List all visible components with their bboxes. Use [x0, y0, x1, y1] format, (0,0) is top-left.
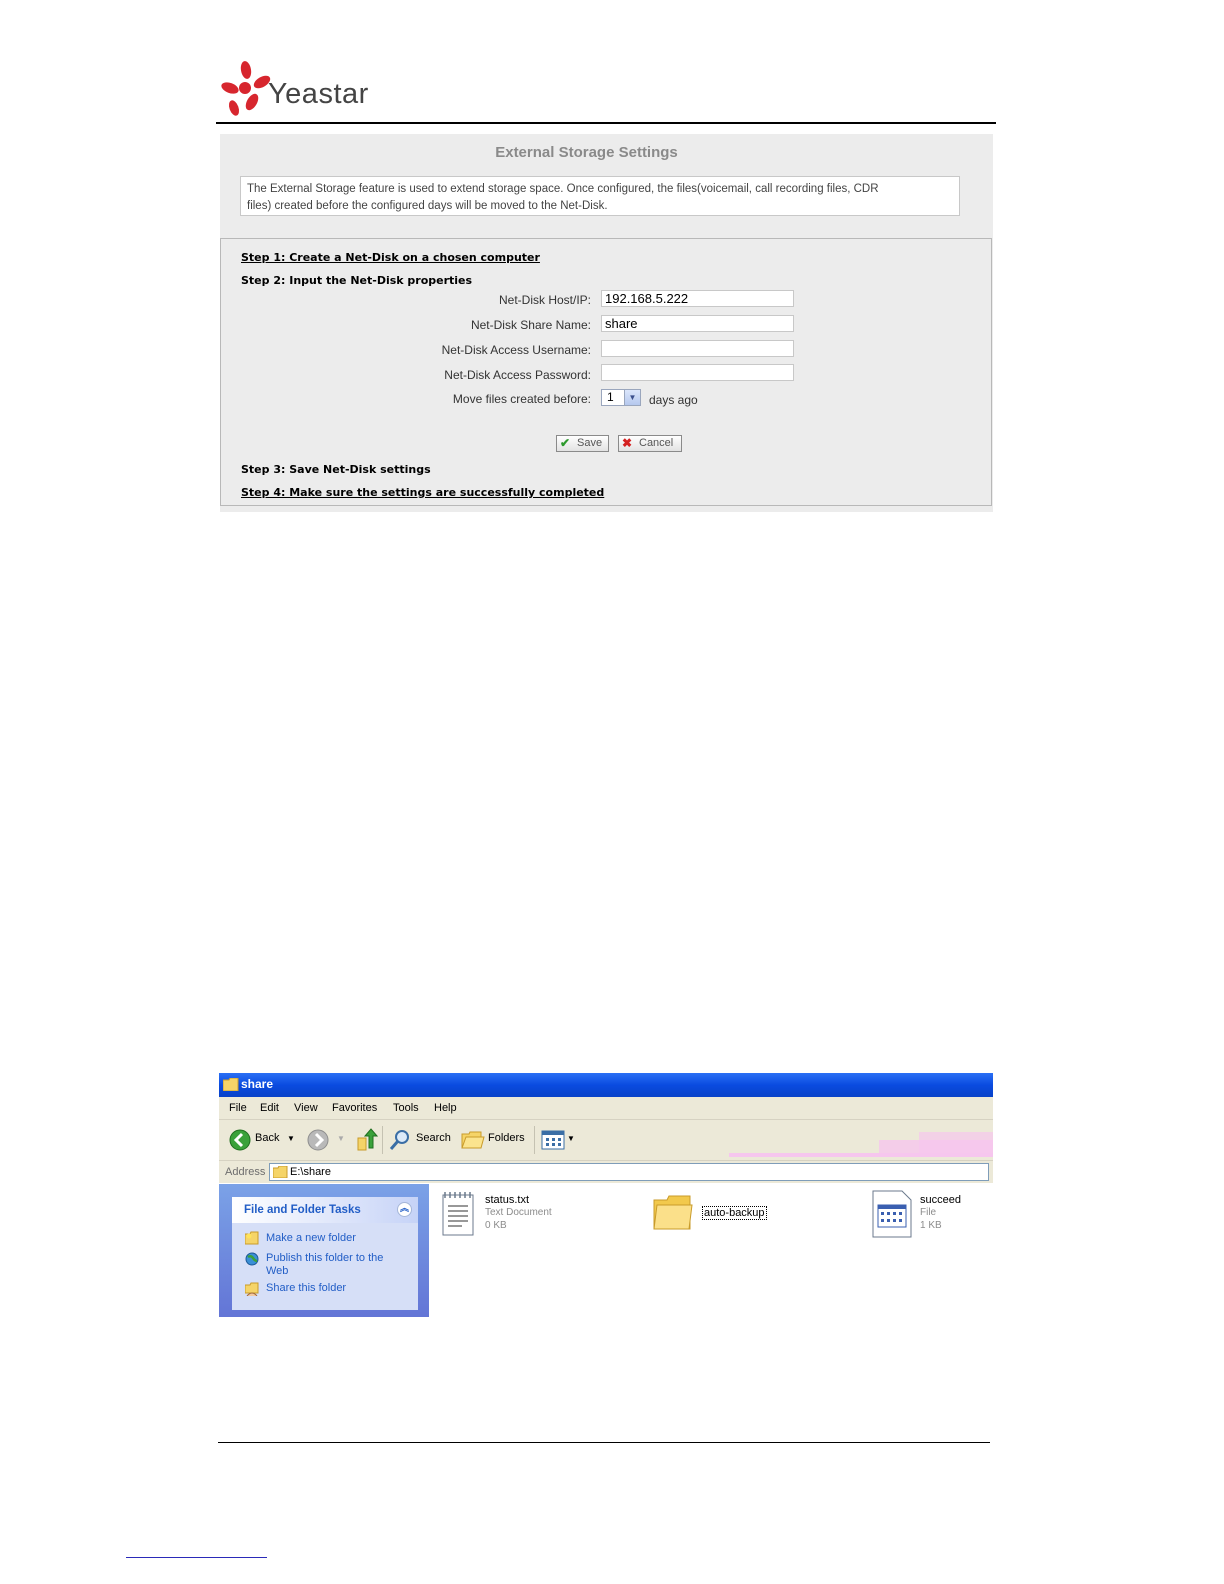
- file-type: Text Document: [485, 1207, 552, 1218]
- save-button-label: Save: [577, 437, 603, 449]
- file-type: File: [920, 1207, 937, 1218]
- window-title: share: [241, 1077, 274, 1091]
- host-label: Net-Disk Host/IP:: [498, 293, 591, 307]
- menu-file[interactable]: File: [229, 1102, 247, 1114]
- username-input[interactable]: [601, 340, 794, 357]
- toolbar-separator: [382, 1126, 383, 1154]
- save-button[interactable]: ✔ Save: [556, 435, 609, 452]
- description-line-2: files) created before the configured day…: [247, 200, 608, 212]
- header-divider: [216, 122, 996, 124]
- task-pane: File and Folder Tasks ︽ Make a new folde…: [219, 1184, 429, 1317]
- step-1-link[interactable]: Step 1: Create a Net-Disk on a chosen co…: [241, 251, 540, 264]
- task-publish-folder-line-1[interactable]: Publish this folder to the: [266, 1252, 383, 1265]
- days-ago-label: days ago: [649, 393, 698, 407]
- explorer-window: share File Edit View Favorites Tools Hel…: [219, 1073, 993, 1317]
- move-files-label: Move files created before:: [452, 392, 591, 406]
- step-2-heading: Step 2: Input the Net-Disk properties: [241, 274, 473, 287]
- folder-icon: [653, 1195, 693, 1230]
- menu-bar: File Edit View Favorites Tools Help: [219, 1097, 993, 1120]
- external-storage-settings-panel: External Storage Settings The External S…: [220, 134, 993, 512]
- file-name: succeed: [920, 1194, 961, 1206]
- file-size: 1 KB: [920, 1220, 942, 1231]
- generic-file-icon: [872, 1190, 912, 1238]
- search-icon[interactable]: [389, 1129, 411, 1151]
- views-dropdown-icon[interactable]: ▼: [567, 1134, 575, 1143]
- logo-text: Yeastar: [268, 78, 369, 110]
- background-artifact-3: [919, 1132, 993, 1157]
- file-name: status.txt: [485, 1194, 530, 1206]
- step-4-link[interactable]: Step 4: Make sure the settings are succe…: [241, 486, 604, 499]
- tasks-header[interactable]: File and Folder Tasks ︽: [232, 1197, 418, 1223]
- cancel-button[interactable]: ✖ Cancel: [618, 435, 682, 452]
- address-input[interactable]: E:\share: [269, 1163, 989, 1181]
- chevron-down-icon[interactable]: ▼: [624, 390, 640, 405]
- footer-link-underline[interactable]: [126, 1557, 267, 1558]
- username-label: Net-Disk Access Username:: [441, 343, 591, 357]
- menu-favorites[interactable]: Favorites: [332, 1102, 377, 1114]
- share-folder-icon: [245, 1282, 259, 1296]
- up-folder-icon[interactable]: [356, 1128, 378, 1152]
- folder-icon: [223, 1078, 239, 1091]
- task-publish-folder-line-2[interactable]: Web: [266, 1265, 288, 1278]
- settings-title: External Storage Settings: [495, 144, 678, 161]
- menu-tools[interactable]: Tools: [393, 1102, 419, 1114]
- menu-view[interactable]: View: [294, 1102, 318, 1114]
- tasks-title: File and Folder Tasks: [244, 1204, 361, 1216]
- password-input[interactable]: [601, 364, 794, 381]
- file-size: 0 KB: [485, 1220, 507, 1231]
- days-select-value: 1: [607, 390, 614, 404]
- task-make-new-folder[interactable]: Make a new folder: [266, 1232, 356, 1245]
- menu-edit[interactable]: Edit: [260, 1102, 279, 1114]
- description-line-1: The External Storage feature is used to …: [247, 183, 879, 195]
- step-3-heading: Step 3: Save Net-Disk settings: [241, 463, 431, 476]
- address-bar: Address E:\share: [219, 1161, 993, 1183]
- footer-divider: [218, 1442, 990, 1443]
- close-icon: ✖: [622, 436, 633, 450]
- host-input[interactable]: 192.168.5.222: [601, 290, 794, 307]
- description-box: The External Storage feature is used to …: [240, 176, 960, 216]
- window-titlebar[interactable]: share: [219, 1073, 993, 1097]
- share-name-label: Net-Disk Share Name:: [470, 318, 591, 332]
- forward-dropdown-icon[interactable]: ▼: [337, 1134, 345, 1143]
- back-button[interactable]: Back: [255, 1132, 279, 1144]
- views-icon[interactable]: [541, 1130, 565, 1150]
- yeastar-star-icon: [221, 61, 271, 116]
- cancel-button-label: Cancel: [639, 437, 674, 449]
- task-share-folder[interactable]: Share this folder: [266, 1282, 346, 1295]
- back-arrow-icon[interactable]: [229, 1129, 251, 1151]
- folder-icon: [273, 1166, 288, 1178]
- menu-help[interactable]: Help: [434, 1102, 457, 1114]
- folders-icon[interactable]: [461, 1130, 485, 1150]
- days-select[interactable]: 1 ▼: [601, 389, 641, 406]
- address-value: E:\share: [290, 1166, 331, 1178]
- new-folder-icon: [245, 1231, 259, 1245]
- search-button[interactable]: Search: [416, 1132, 451, 1144]
- folders-button[interactable]: Folders: [488, 1132, 525, 1144]
- collapse-chevron-icon[interactable]: ︽: [397, 1202, 412, 1217]
- steps-area: Step 1: Create a Net-Disk on a chosen co…: [220, 238, 992, 506]
- toolbar-separator: [534, 1126, 535, 1154]
- check-icon: ✔: [560, 436, 571, 450]
- yeastar-logo: Yeastar: [220, 58, 380, 122]
- password-label: Net-Disk Access Password:: [444, 368, 591, 382]
- share-name-input[interactable]: share: [601, 315, 794, 332]
- address-label: Address: [225, 1166, 266, 1178]
- toolbar: Back ▼ ▼ Search Folders ▼: [219, 1120, 993, 1161]
- file-folder-tasks-box: File and Folder Tasks ︽ Make a new folde…: [232, 1197, 418, 1310]
- text-document-icon: [442, 1192, 474, 1236]
- back-dropdown-icon[interactable]: ▼: [287, 1134, 295, 1143]
- forward-arrow-icon[interactable]: [307, 1129, 329, 1151]
- globe-icon: [245, 1252, 259, 1266]
- file-name: auto-backup: [702, 1206, 767, 1220]
